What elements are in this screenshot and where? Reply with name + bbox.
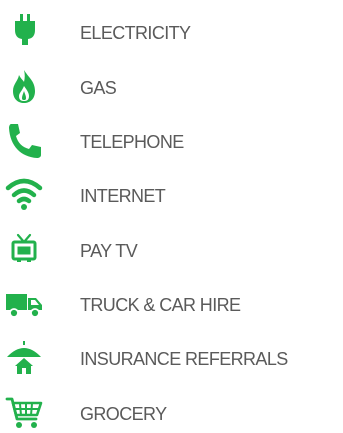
wifi-icon [4,177,44,213]
service-label: INSURANCE REFERRALS [80,349,288,369]
shopping-cart-icon [4,395,44,431]
service-item-electricity[interactable]: ELECTRICITY [0,12,343,52]
service-label: INTERNET [80,186,166,206]
service-item-gas[interactable]: GAS [0,67,343,107]
service-item-telephone[interactable]: TELEPHONE [0,121,343,161]
service-item-truck-car-hire[interactable]: TRUCK & CAR HIRE [0,284,343,324]
service-item-internet[interactable]: INTERNET [0,175,343,215]
telephone-icon [4,123,44,159]
service-label: TELEPHONE [80,132,184,152]
flame-icon [4,69,44,105]
umbrella-house-icon [4,340,44,376]
service-label: PAY TV [80,241,138,261]
service-item-grocery[interactable]: GROCERY [0,393,343,433]
tv-icon [4,232,44,268]
truck-icon [4,286,44,322]
service-label: GAS [80,78,117,98]
service-item-pay-tv[interactable]: PAY TV [0,230,343,270]
service-item-insurance-referrals[interactable]: INSURANCE REFERRALS [0,338,343,378]
service-label: ELECTRICITY [80,23,191,43]
plug-icon [4,14,44,50]
service-label: GROCERY [80,404,167,424]
service-label: TRUCK & CAR HIRE [80,295,241,315]
service-list: ELECTRICITY GAS TELEPHONE INTERNET PAY T… [0,0,343,428]
